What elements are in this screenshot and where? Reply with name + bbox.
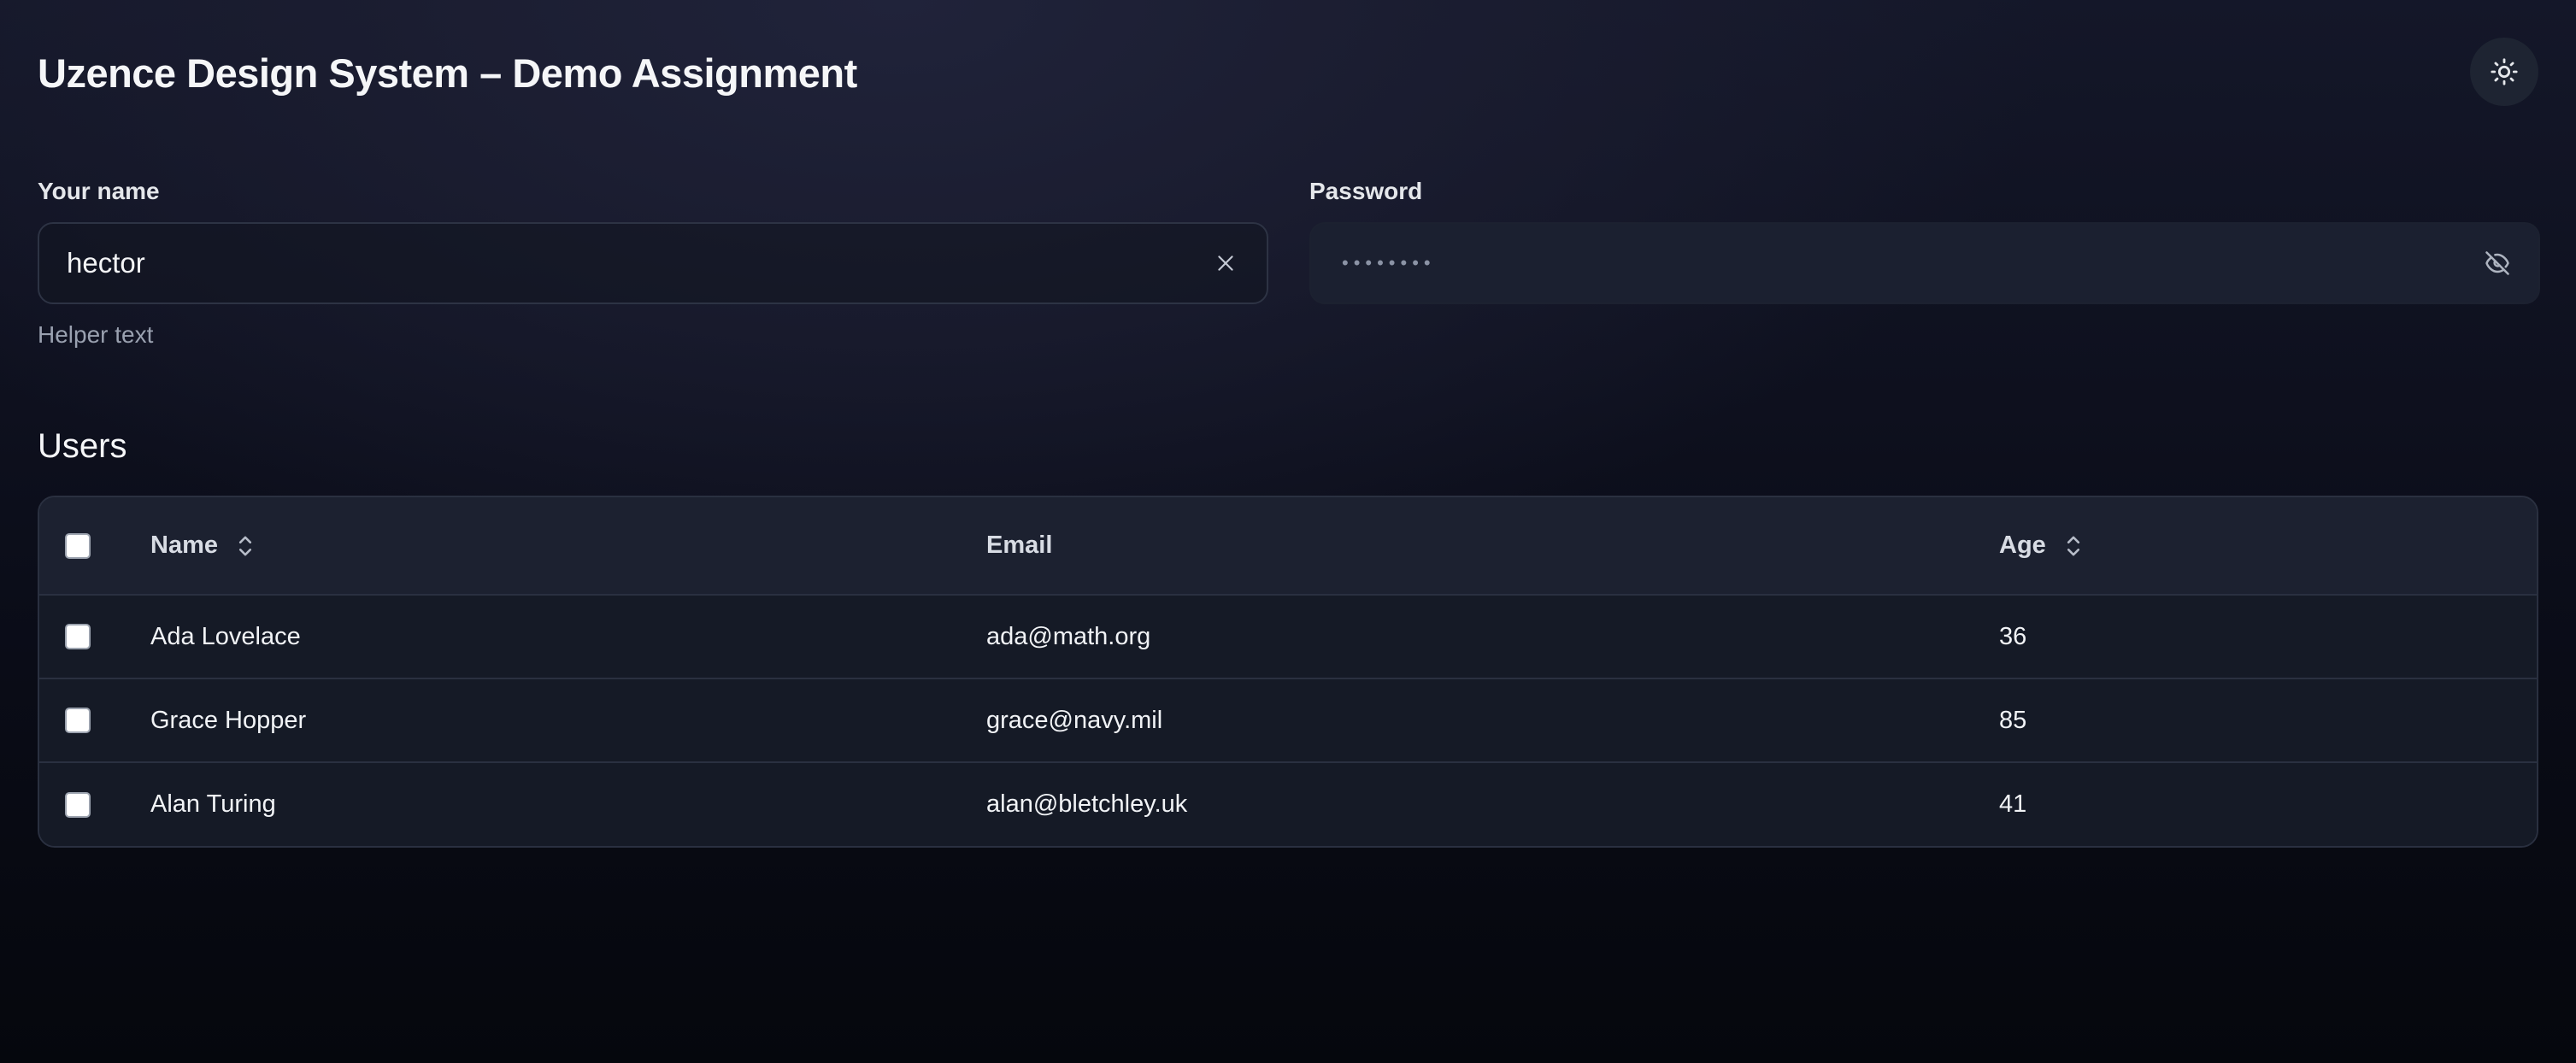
- table-body: Ada Lovelace ada@math.org 36 Grace Hoppe…: [39, 595, 2537, 846]
- page-title: Uzence Design System – Demo Assignment: [38, 50, 857, 96]
- row-checkbox[interactable]: [65, 708, 91, 733]
- cell-email: ada@math.org: [986, 622, 1151, 650]
- select-all-cell: [39, 497, 150, 595]
- sort-name-button[interactable]: [233, 531, 257, 561]
- page: Uzence Design System – Demo Assignment Y…: [0, 0, 2576, 1063]
- cell-name: Alan Turing: [150, 790, 276, 818]
- clear-name-button[interactable]: [1198, 236, 1253, 291]
- sun-icon: [2491, 58, 2518, 85]
- row-select-cell: [39, 678, 150, 762]
- close-icon: [1218, 255, 1233, 271]
- row-select-cell: [39, 762, 150, 846]
- name-helper-text: Helper text: [38, 321, 154, 348]
- password-input[interactable]: ••••••••: [1311, 252, 2470, 274]
- name-field-label: Your name: [38, 178, 160, 204]
- column-header-age[interactable]: Age: [1999, 497, 2537, 595]
- sort-icon: [238, 536, 252, 555]
- cell-email: grace@navy.mil: [986, 706, 1163, 734]
- column-header-email: Email: [986, 497, 1999, 595]
- table-header: Name Email Age: [39, 497, 2537, 595]
- users-table: Name Email Age Ada Lovelace ada@math.org…: [39, 497, 2537, 846]
- name-input-wrapper: [38, 222, 1268, 304]
- table-row[interactable]: Alan Turing alan@bletchley.uk 41: [39, 762, 2537, 846]
- column-header-name[interactable]: Name: [150, 497, 986, 595]
- eye-off-icon: [2485, 251, 2509, 275]
- table-header-row: Name Email Age: [39, 497, 2537, 595]
- row-checkbox[interactable]: [65, 624, 91, 649]
- column-header-label: Age: [1999, 532, 2046, 559]
- users-table-card: Name Email Age Ada Lovelace ada@math.org…: [38, 496, 2538, 848]
- theme-toggle-button[interactable]: [2470, 38, 2538, 106]
- column-header-label: Name: [150, 532, 218, 559]
- sort-icon: [2067, 536, 2079, 555]
- password-input-wrapper: ••••••••: [1309, 222, 2540, 304]
- users-section-title: Users: [38, 427, 127, 465]
- cell-email: alan@bletchley.uk: [986, 790, 1188, 818]
- cell-age: 85: [1999, 706, 2027, 734]
- row-checkbox[interactable]: [65, 791, 91, 818]
- sort-age-button[interactable]: [2061, 531, 2085, 561]
- name-input[interactable]: [39, 224, 1198, 302]
- table-row[interactable]: Ada Lovelace ada@math.org 36: [39, 595, 2537, 678]
- password-field-group: Password ••••••••: [1309, 174, 2540, 304]
- cell-name: Ada Lovelace: [150, 622, 301, 650]
- name-field-group: Your name Helper text: [38, 174, 1268, 352]
- select-all-checkbox[interactable]: [65, 532, 91, 559]
- table-row[interactable]: Grace Hopper grace@navy.mil 85: [39, 678, 2537, 762]
- column-header-label: Email: [986, 532, 1053, 559]
- password-field-label: Password: [1309, 178, 1423, 204]
- row-select-cell: [39, 595, 150, 678]
- cell-age: 41: [1999, 790, 2027, 818]
- toggle-password-visibility-button[interactable]: [2470, 236, 2525, 291]
- cell-name: Grace Hopper: [150, 706, 307, 734]
- cell-age: 36: [1999, 622, 2027, 650]
